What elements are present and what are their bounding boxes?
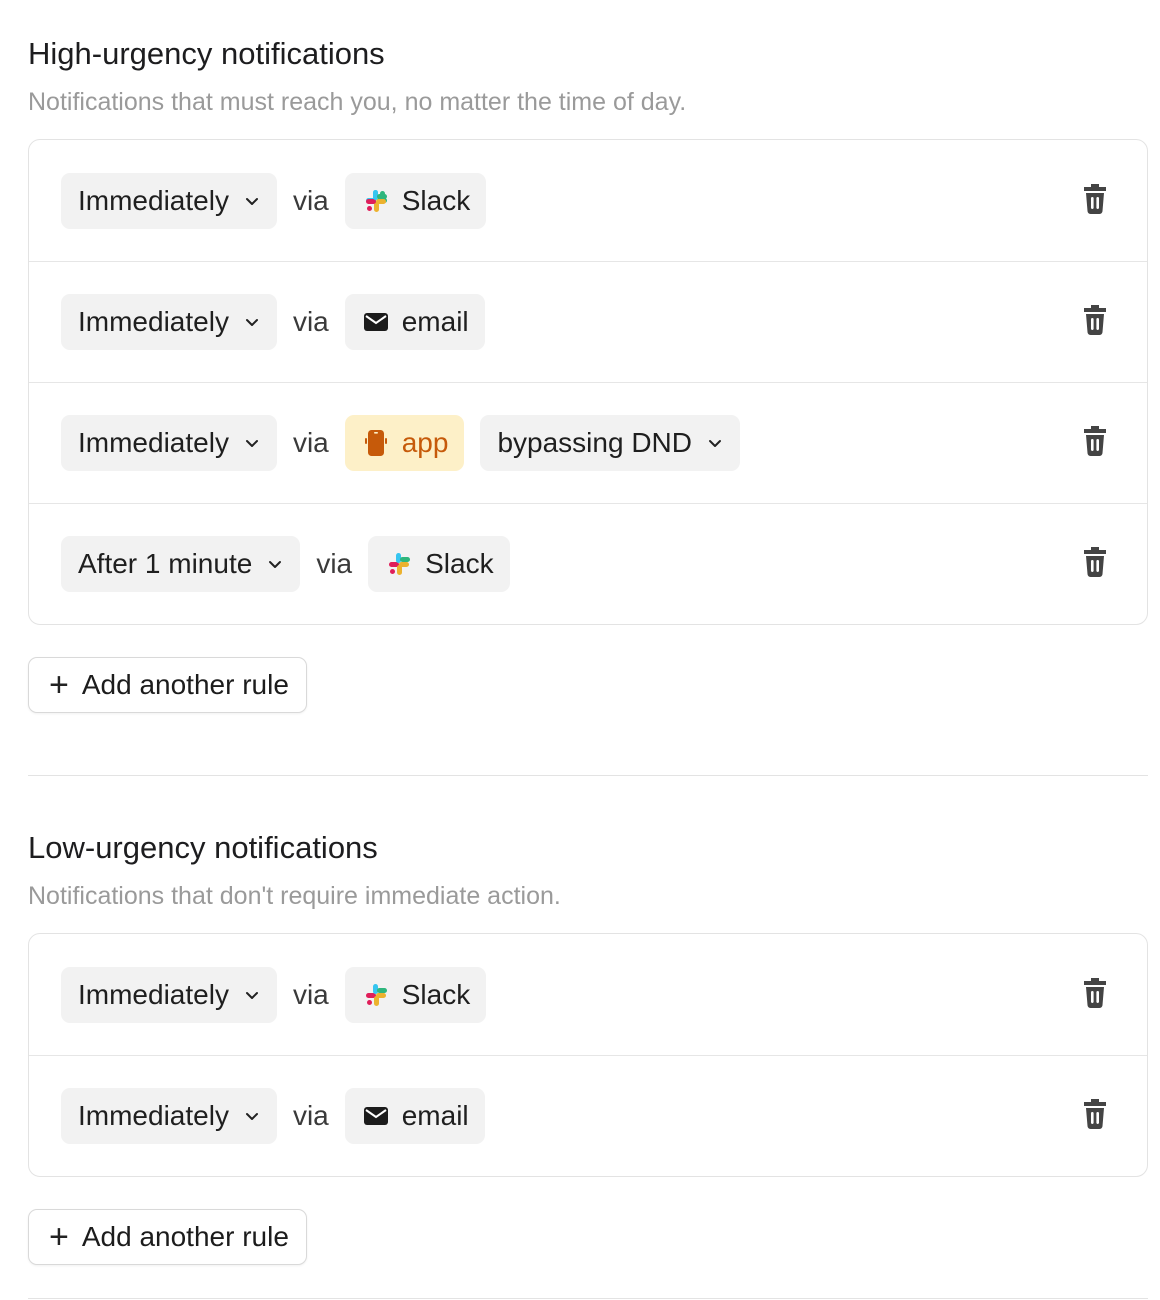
chevron-down-icon — [708, 440, 721, 447]
channel-pill[interactable]: Slack — [344, 172, 487, 229]
high-urgency-section: High-urgency notifications Notifications… — [28, 34, 1148, 713]
add-rule-button[interactable]: + Add another rule — [28, 1209, 307, 1265]
dnd-dropdown[interactable]: bypassing DND — [480, 415, 740, 471]
add-rule-button[interactable]: + Add another rule — [28, 657, 307, 713]
chevron-down-icon — [269, 561, 282, 568]
chevron-down-icon — [245, 991, 258, 999]
timing-label: After 1 minute — [78, 548, 253, 579]
via-label: via — [292, 306, 329, 337]
trash-icon[interactable] — [1081, 975, 1109, 1009]
via-label: via — [292, 1100, 329, 1131]
add-rule-label: Add another rule — [81, 1221, 289, 1252]
plus-icon: + — [49, 666, 69, 704]
channel-pill[interactable]: email — [344, 294, 485, 350]
chevron-down-icon — [245, 1113, 258, 1120]
rule-row: Immediately via email — [29, 261, 1147, 382]
slack-icon — [386, 551, 412, 577]
rule-row: Immediately via app bypassing DND — [29, 382, 1147, 503]
rule-row: Immediately via Slack — [29, 140, 1147, 261]
trash-icon[interactable] — [1081, 302, 1109, 336]
phone-icon — [363, 430, 389, 456]
timing-dropdown[interactable]: Immediately — [61, 172, 277, 229]
envelope-icon — [363, 1103, 389, 1129]
timing-label: Immediately — [78, 1100, 229, 1131]
chevron-down-icon — [245, 319, 258, 326]
channel-label: Slack — [401, 978, 471, 1010]
channel-pill[interactable]: email — [344, 1088, 485, 1144]
rules-list: Immediately via Slack Immediately via em… — [28, 933, 1148, 1177]
plus-icon: + — [49, 1218, 69, 1256]
channel-label: email — [401, 1100, 469, 1131]
low-urgency-section: Low-urgency notifications Notifications … — [28, 828, 1148, 1265]
timing-label: Immediately — [78, 978, 229, 1010]
section-title: Low-urgency notifications — [28, 830, 378, 865]
via-label: via — [292, 427, 329, 458]
section-divider — [28, 1298, 1148, 1299]
timing-dropdown[interactable]: Immediately — [61, 1088, 277, 1144]
envelope-icon — [363, 309, 389, 335]
channel-pill[interactable]: Slack — [368, 536, 510, 592]
chevron-down-icon — [245, 440, 258, 447]
timing-dropdown[interactable]: After 1 minute — [61, 536, 301, 592]
rule-row: Immediately via Slack — [29, 934, 1147, 1055]
trash-icon[interactable] — [1081, 1096, 1109, 1130]
add-rule-label: Add another rule — [81, 669, 289, 700]
rule-row: After 1 minute via Slack — [29, 503, 1147, 624]
channel-label: app — [401, 427, 449, 458]
timing-dropdown[interactable]: Immediately — [61, 294, 277, 350]
section-divider — [28, 775, 1148, 776]
notification-settings: High-urgency notifications Notifications… — [0, 0, 1160, 1300]
channel-pill[interactable]: app — [344, 415, 465, 471]
section-title: High-urgency notifications — [28, 36, 385, 71]
channel-label: Slack — [425, 548, 494, 579]
section-subtitle: Notifications that must reach you, no ma… — [28, 88, 687, 116]
timing-dropdown[interactable]: Immediately — [61, 966, 277, 1023]
rule-row: Immediately via email — [29, 1055, 1147, 1176]
rules-list: Immediately via Slack Immediately via em… — [28, 139, 1148, 625]
timing-dropdown[interactable]: Immediately — [61, 415, 277, 471]
channel-label: Slack — [401, 184, 471, 216]
dnd-label: bypassing DND — [497, 427, 692, 458]
channel-label: email — [401, 306, 469, 337]
channel-pill[interactable]: Slack — [344, 966, 487, 1023]
trash-icon[interactable] — [1081, 423, 1109, 457]
via-label: via — [316, 548, 353, 579]
via-label: via — [292, 978, 329, 1010]
slack-icon — [363, 982, 389, 1008]
section-subtitle: Notifications that don't require immedia… — [28, 882, 561, 910]
slack-icon — [363, 188, 389, 214]
timing-label: Immediately — [78, 306, 229, 337]
via-label: via — [292, 184, 329, 216]
timing-label: Immediately — [78, 427, 229, 458]
trash-icon[interactable] — [1081, 544, 1109, 578]
timing-label: Immediately — [78, 184, 229, 216]
chevron-down-icon — [245, 197, 258, 205]
trash-icon[interactable] — [1081, 181, 1109, 215]
